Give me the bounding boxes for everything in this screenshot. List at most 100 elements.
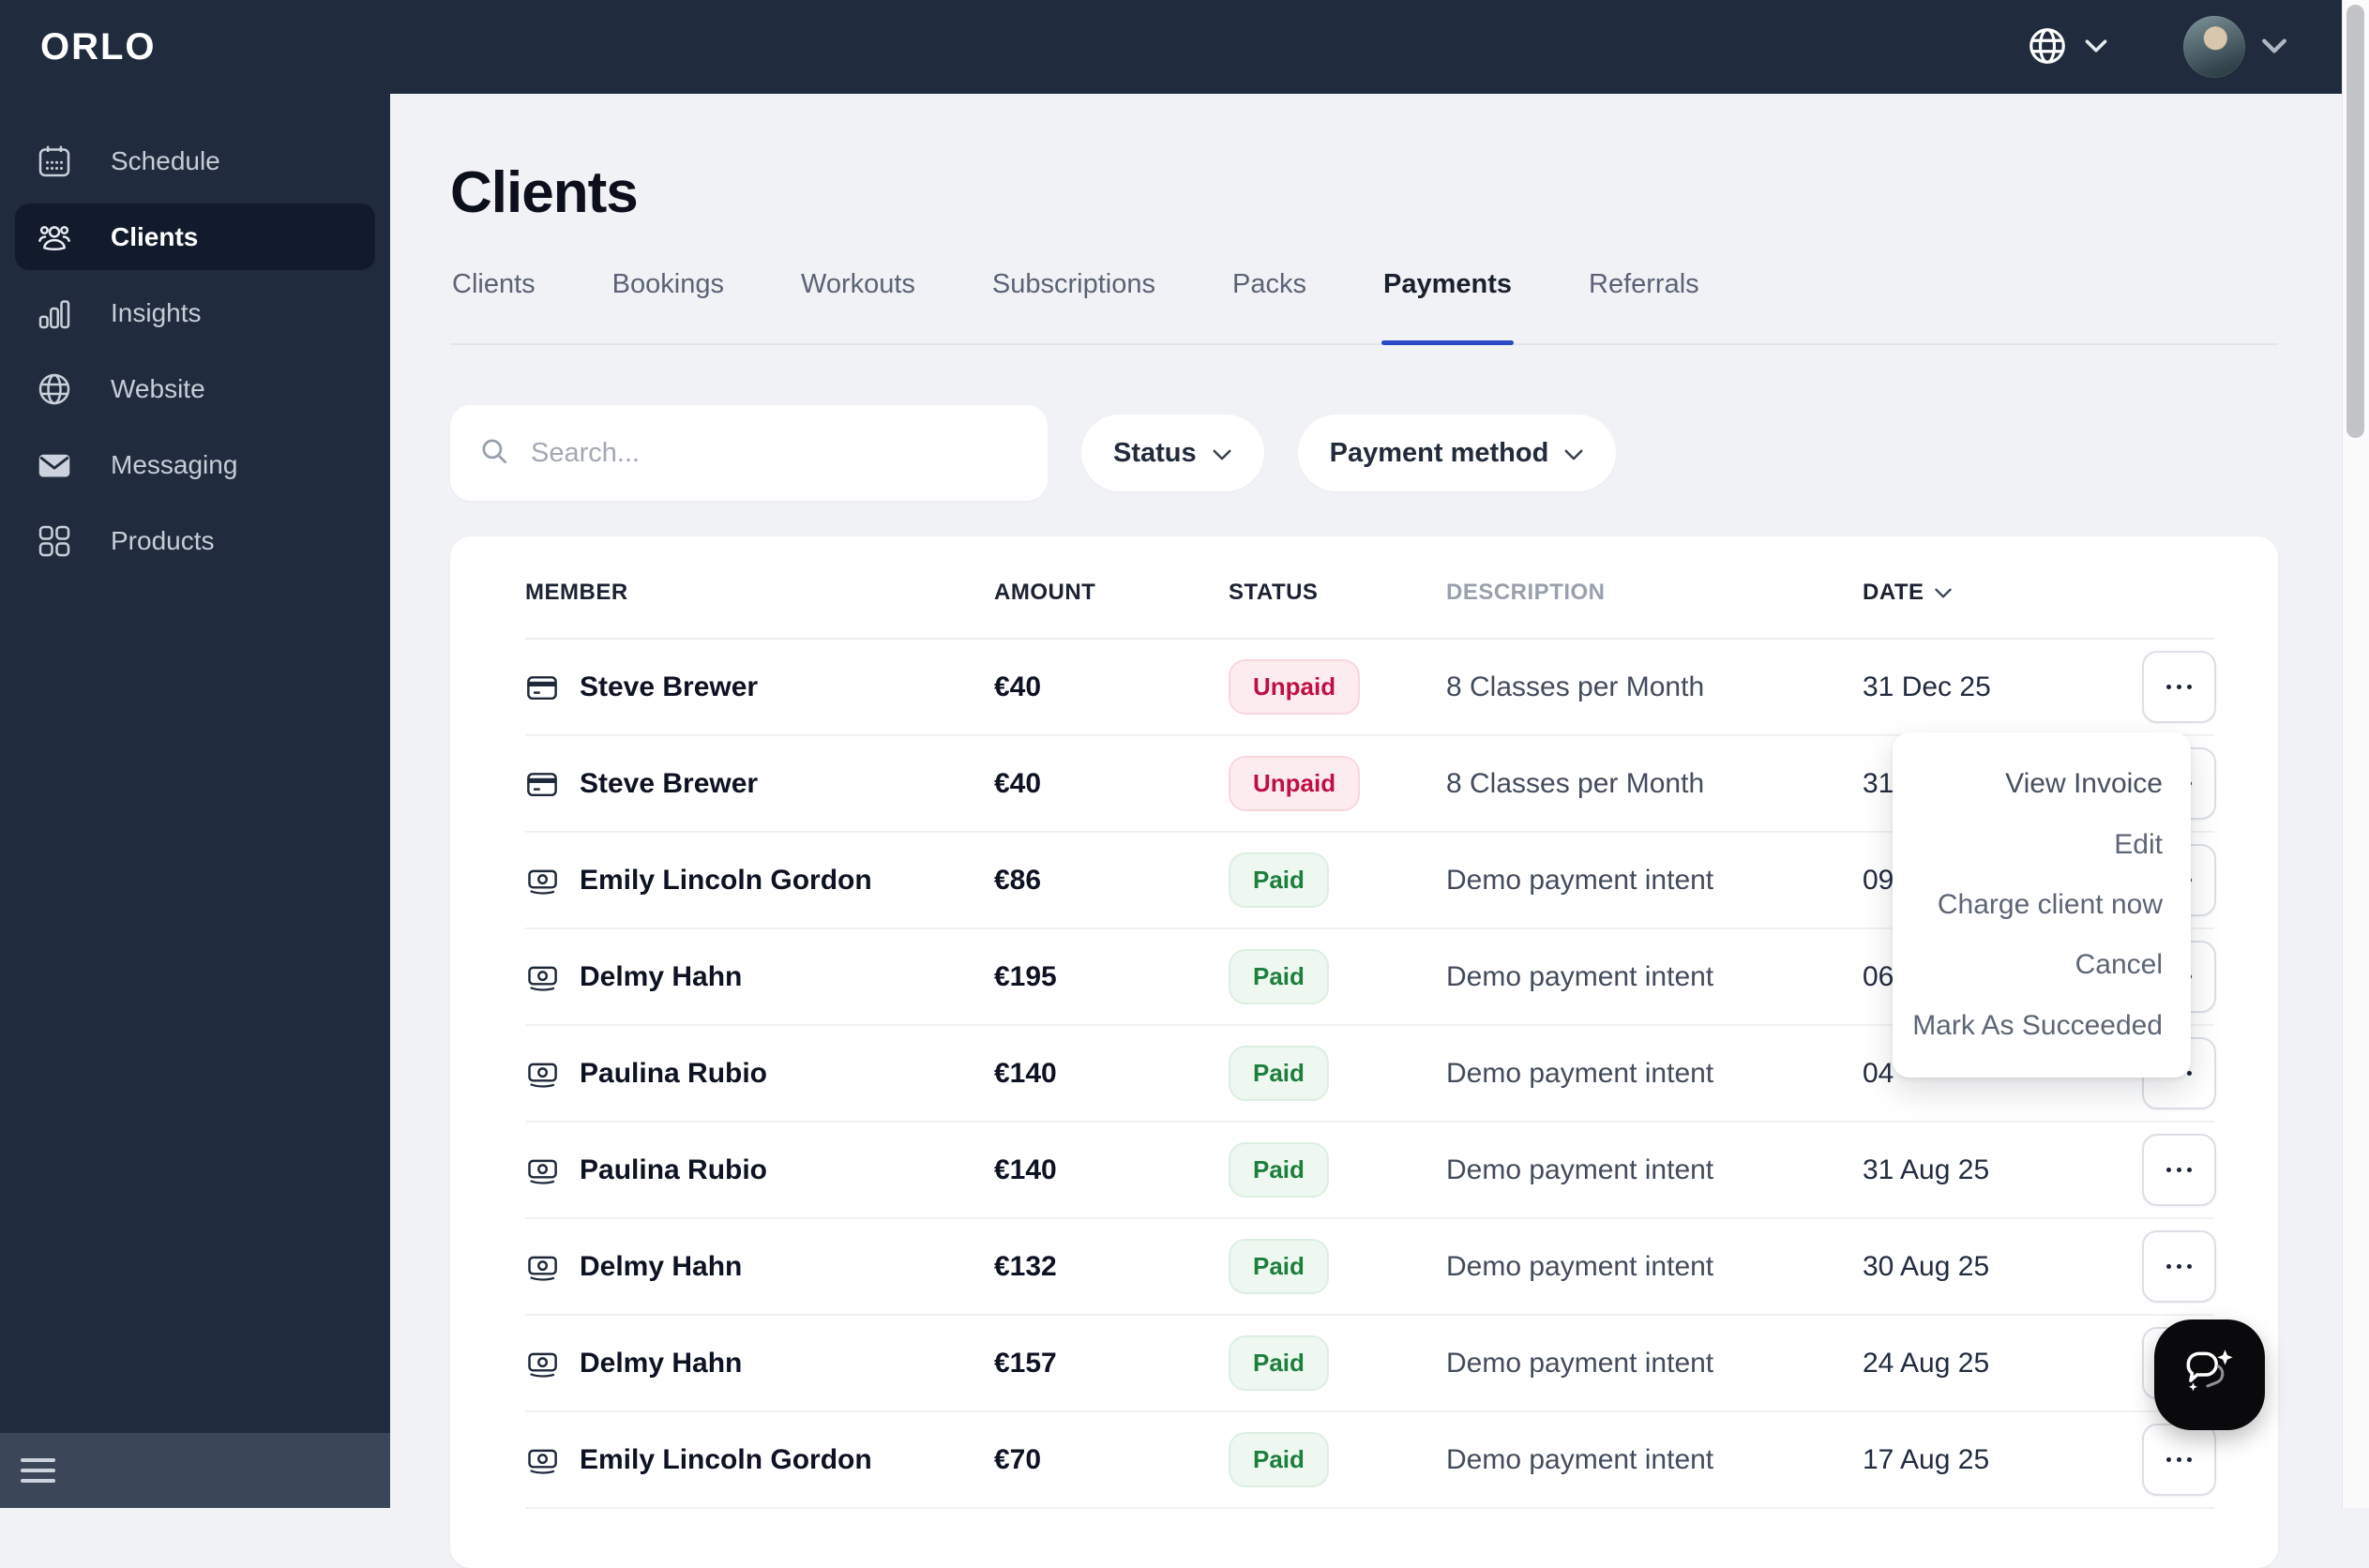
status-cell: Paid bbox=[1229, 852, 1446, 908]
member-name: Delmy Hahn bbox=[580, 960, 743, 992]
tab-subscriptions[interactable]: Subscriptions bbox=[990, 269, 1157, 343]
member-cell: Steve Brewer bbox=[525, 767, 994, 801]
tab-bookings[interactable]: Bookings bbox=[611, 269, 726, 343]
sidebar-item-website[interactable]: Website bbox=[15, 355, 375, 422]
status-badge: Paid bbox=[1229, 1046, 1329, 1101]
member-name: Paulina Rubio bbox=[580, 1057, 768, 1089]
scrollbar bbox=[2342, 0, 2369, 1508]
chevron-down-icon bbox=[2260, 38, 2288, 57]
column-header-date[interactable]: DATE bbox=[1863, 580, 2142, 606]
member-name: Emily Lincoln Gordon bbox=[580, 864, 872, 896]
brand-logo: ORLO bbox=[40, 25, 157, 68]
top-bar: ORLO bbox=[0, 0, 2343, 94]
column-header-status: STATUS bbox=[1229, 580, 1319, 605]
member-name: Steve Brewer bbox=[580, 671, 759, 702]
status-badge: Unpaid bbox=[1229, 756, 1361, 811]
table-header-row: MEMBER AMOUNT STATUS DESCRIPTION DATE bbox=[525, 580, 2214, 640]
sidebar-item-products[interactable]: Products bbox=[15, 507, 375, 574]
cash-icon bbox=[525, 1347, 559, 1380]
sidebar-nav: Schedule Clients Insights Website Messag… bbox=[0, 94, 390, 574]
tab-payments[interactable]: Payments bbox=[1381, 269, 1515, 345]
description-cell: 8 Classes per Month bbox=[1446, 671, 1705, 702]
credit-card-icon bbox=[525, 767, 559, 801]
tab-bar: Clients Bookings Workouts Subscriptions Pack… bbox=[450, 269, 2278, 345]
member-cell: Emily Lincoln Gordon bbox=[525, 864, 994, 897]
chevron-down-icon bbox=[2084, 38, 2108, 56]
member-cell: Delmy Hahn bbox=[525, 1347, 994, 1380]
row-actions-button[interactable] bbox=[2142, 1134, 2216, 1206]
amount-cell: €40 bbox=[994, 671, 1042, 702]
payment-method-filter-button[interactable]: Payment method bbox=[1297, 415, 1617, 491]
grid-icon bbox=[36, 522, 73, 560]
status-badge: Paid bbox=[1229, 1239, 1329, 1294]
cash-icon bbox=[525, 864, 559, 897]
sidebar-item-label: Products bbox=[111, 525, 215, 555]
row-actions-button[interactable] bbox=[2142, 1230, 2216, 1303]
chat-sparkle-icon bbox=[2179, 1343, 2241, 1408]
sidebar-item-clients[interactable]: Clients bbox=[15, 204, 375, 270]
date-cell: 31 Dec 25 bbox=[1863, 671, 1991, 702]
topbar-actions bbox=[2026, 16, 2343, 78]
member-cell: Paulina Rubio bbox=[525, 1057, 994, 1091]
status-badge: Paid bbox=[1229, 1335, 1329, 1391]
date-cell: 30 Aug 25 bbox=[1863, 1250, 1990, 1282]
sidebar-item-schedule[interactable]: Schedule bbox=[15, 128, 375, 194]
tab-referrals[interactable]: Referrals bbox=[1587, 269, 1701, 343]
amount-cell: €140 bbox=[994, 1153, 1057, 1185]
payment-method-filter-label: Payment method bbox=[1329, 437, 1549, 468]
status-badge: Paid bbox=[1229, 949, 1329, 1004]
member-cell: Delmy Hahn bbox=[525, 1250, 994, 1284]
menu-item-mark-as-succeeded[interactable]: Mark As Succeeded bbox=[1884, 1010, 2191, 1042]
avatar bbox=[2183, 16, 2245, 78]
date-cell: 17 Aug 25 bbox=[1863, 1443, 1990, 1475]
tab-packs[interactable]: Packs bbox=[1230, 269, 1308, 343]
sidebar-item-messaging[interactable]: Messaging bbox=[15, 431, 375, 498]
sidebar-item-label: Insights bbox=[111, 297, 202, 327]
menu-item-charge-client-now[interactable]: Charge client now bbox=[1909, 889, 2191, 921]
menu-item-cancel[interactable]: Cancel bbox=[2047, 949, 2191, 981]
date-cell: 31 Aug 25 bbox=[1863, 1153, 1990, 1185]
column-header-description: DESCRIPTION bbox=[1446, 580, 1606, 605]
table-row: Delmy Hahn €157 Paid Demo payment intent… bbox=[525, 1316, 2216, 1412]
sidebar-item-label: Website bbox=[111, 373, 205, 403]
description-cell: Demo payment intent bbox=[1446, 1443, 1714, 1475]
table-row: Delmy Hahn €132 Paid Demo payment intent… bbox=[525, 1219, 2216, 1316]
description-cell: 8 Classes per Month bbox=[1446, 767, 1705, 799]
status-filter-button[interactable]: Status bbox=[1081, 415, 1264, 491]
column-header-amount: AMOUNT bbox=[994, 580, 1096, 605]
amount-cell: €70 bbox=[994, 1443, 1042, 1475]
member-cell: Steve Brewer bbox=[525, 671, 994, 704]
status-cell: Paid bbox=[1229, 1046, 1446, 1101]
member-name: Delmy Hahn bbox=[580, 1347, 743, 1379]
tab-clients[interactable]: Clients bbox=[450, 269, 537, 343]
status-cell: Paid bbox=[1229, 1335, 1446, 1391]
row-actions-button[interactable] bbox=[2142, 1424, 2216, 1496]
description-cell: Demo payment intent bbox=[1446, 1153, 1714, 1185]
row-actions-button[interactable] bbox=[2142, 651, 2216, 723]
member-name: Delmy Hahn bbox=[580, 1250, 743, 1282]
menu-item-edit[interactable]: Edit bbox=[2086, 829, 2191, 861]
hamburger-menu-button[interactable] bbox=[21, 1458, 55, 1483]
sidebar-item-label: Schedule bbox=[111, 145, 220, 175]
tab-workouts[interactable]: Workouts bbox=[799, 269, 917, 343]
status-cell: Paid bbox=[1229, 1239, 1446, 1294]
page-title: Clients bbox=[450, 160, 639, 225]
account-menu-button[interactable] bbox=[2183, 16, 2288, 78]
filter-bar: Status Payment method bbox=[450, 405, 2278, 501]
bar-chart-icon bbox=[36, 294, 73, 332]
amount-cell: €40 bbox=[994, 767, 1042, 799]
chat-fab-button[interactable] bbox=[2154, 1319, 2265, 1430]
envelope-icon bbox=[36, 446, 73, 484]
description-cell: Demo payment intent bbox=[1446, 1057, 1714, 1089]
search-box bbox=[450, 405, 1048, 501]
search-input[interactable] bbox=[529, 436, 1019, 470]
language-button[interactable] bbox=[2026, 24, 2108, 70]
sidebar-item-insights[interactable]: Insights bbox=[15, 279, 375, 346]
member-name: Paulina Rubio bbox=[580, 1153, 768, 1185]
globe-icon bbox=[36, 370, 73, 408]
people-icon bbox=[36, 219, 73, 256]
scrollbar-thumb[interactable] bbox=[2346, 5, 2364, 438]
status-badge: Paid bbox=[1229, 1432, 1329, 1487]
status-badge: Paid bbox=[1229, 1142, 1329, 1198]
menu-item-view-invoice[interactable]: View Invoice bbox=[1977, 768, 2191, 800]
